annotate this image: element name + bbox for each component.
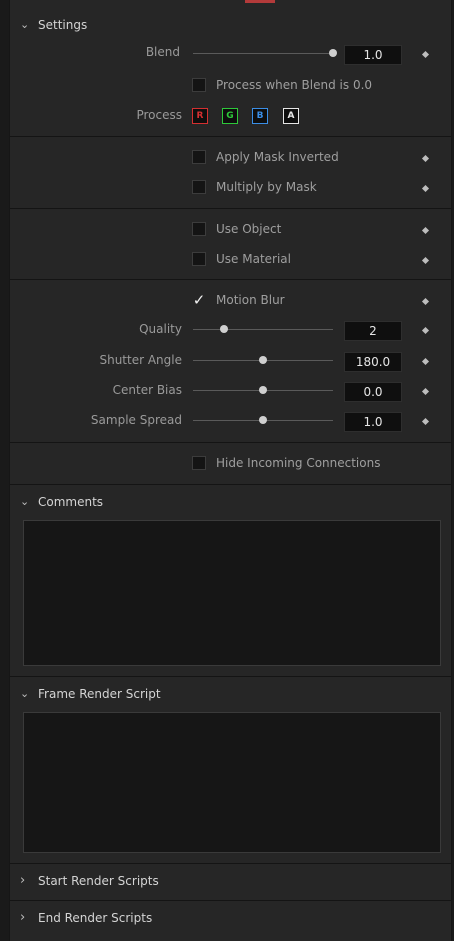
settings-section-header[interactable]: ⌄ Settings bbox=[10, 8, 451, 44]
channel-a-button[interactable]: A bbox=[283, 108, 299, 124]
hide-incoming-checkbox[interactable] bbox=[192, 456, 206, 470]
apply-mask-inverted-checkbox[interactable] bbox=[192, 150, 206, 164]
end-render-scripts-title: End Render Scripts bbox=[38, 911, 153, 925]
comments-section-header[interactable]: ⌄ Comments bbox=[10, 485, 451, 521]
divider bbox=[10, 442, 451, 443]
chevron-down-icon: ⌄ bbox=[20, 18, 30, 31]
process-when-blend-label: Process when Blend is 0.0 bbox=[216, 78, 373, 92]
comments-textarea[interactable] bbox=[23, 520, 441, 666]
sample-spread-diamond-icon[interactable] bbox=[421, 417, 430, 426]
use-object-diamond-icon[interactable] bbox=[421, 226, 430, 235]
process-when-blend-checkbox[interactable] bbox=[192, 78, 206, 92]
process-label: Process bbox=[136, 108, 182, 122]
start-render-scripts-title: Start Render Scripts bbox=[38, 874, 159, 888]
start-render-scripts-header[interactable]: › Start Render Scripts bbox=[10, 864, 451, 900]
apply-mask-inverted-label: Apply Mask Inverted bbox=[216, 150, 339, 164]
inspector-panel: ⌄ Settings Blend 1.0 Process when Blend … bbox=[9, 0, 452, 941]
frame-render-script-textarea[interactable] bbox=[23, 712, 441, 853]
multiply-by-mask-label: Multiply by Mask bbox=[216, 180, 317, 194]
channel-g-button[interactable]: G bbox=[222, 108, 238, 124]
sample-spread-label: Sample Spread bbox=[90, 413, 182, 427]
motion-blur-diamond-icon[interactable] bbox=[421, 297, 430, 306]
use-object-checkbox[interactable] bbox=[192, 222, 206, 236]
chevron-down-icon: ⌄ bbox=[20, 687, 30, 700]
use-material-diamond-icon[interactable] bbox=[421, 256, 430, 265]
end-render-scripts-header[interactable]: › End Render Scripts bbox=[10, 901, 451, 937]
divider bbox=[10, 279, 451, 280]
blend-slider-track[interactable] bbox=[193, 53, 333, 54]
quality-value-field[interactable]: 2 bbox=[344, 321, 402, 341]
settings-title: Settings bbox=[38, 18, 88, 32]
comments-title: Comments bbox=[38, 495, 104, 509]
channel-r-button[interactable]: R bbox=[192, 108, 208, 124]
blend-slider-knob[interactable] bbox=[329, 49, 337, 57]
multiply-by-mask-diamond-icon[interactable] bbox=[421, 184, 430, 193]
sample-spread-value-field[interactable]: 1.0 bbox=[344, 412, 402, 432]
top-indicator bbox=[245, 0, 275, 3]
use-material-label: Use Material bbox=[216, 252, 291, 266]
shutter-angle-label: Shutter Angle bbox=[99, 353, 182, 367]
shutter-angle-slider-knob[interactable] bbox=[259, 356, 267, 364]
use-material-checkbox[interactable] bbox=[192, 252, 206, 266]
motion-blur-label: Motion Blur bbox=[216, 293, 285, 307]
chevron-down-icon: ⌄ bbox=[20, 495, 30, 508]
chevron-right-icon: › bbox=[20, 910, 26, 925]
quality-slider-knob[interactable] bbox=[219, 325, 228, 333]
divider bbox=[10, 136, 451, 137]
shutter-angle-diamond-icon[interactable] bbox=[421, 357, 430, 366]
center-bias-diamond-icon[interactable] bbox=[421, 387, 430, 396]
sample-spread-slider-knob[interactable] bbox=[259, 416, 267, 424]
quality-slider-track[interactable] bbox=[193, 329, 333, 330]
chevron-right-icon: › bbox=[20, 873, 26, 888]
motion-blur-checkbox[interactable]: ✓ bbox=[192, 293, 206, 308]
shutter-angle-value-field[interactable]: 180.0 bbox=[344, 352, 402, 372]
use-object-label: Use Object bbox=[216, 222, 282, 236]
blend-value-field[interactable]: 1.0 bbox=[344, 45, 402, 65]
center-bias-value-field[interactable]: 0.0 bbox=[344, 382, 402, 402]
multiply-by-mask-checkbox[interactable] bbox=[192, 180, 206, 194]
quality-diamond-icon[interactable] bbox=[421, 326, 430, 335]
frame-render-script-header[interactable]: ⌄ Frame Render Script bbox=[10, 677, 451, 713]
channel-b-button[interactable]: B bbox=[252, 108, 268, 124]
blend-keyframe-diamond-icon[interactable] bbox=[421, 50, 430, 59]
divider bbox=[10, 208, 451, 209]
blend-label: Blend bbox=[145, 45, 180, 59]
apply-mask-inverted-diamond-icon[interactable] bbox=[421, 154, 430, 163]
quality-label: Quality bbox=[139, 322, 182, 336]
center-bias-label: Center Bias bbox=[112, 383, 182, 397]
frame-render-script-title: Frame Render Script bbox=[38, 687, 161, 701]
hide-incoming-label: Hide Incoming Connections bbox=[216, 456, 381, 470]
center-bias-slider-knob[interactable] bbox=[259, 386, 267, 394]
